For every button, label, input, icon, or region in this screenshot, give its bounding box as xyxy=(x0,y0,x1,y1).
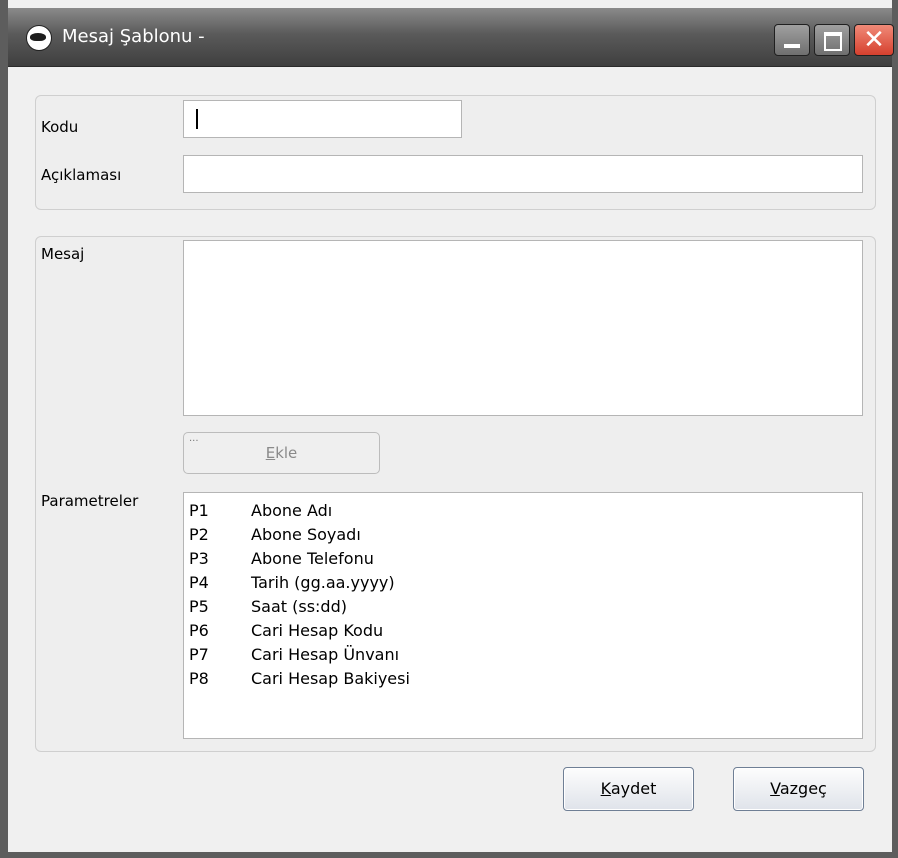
add-button-dots: ... xyxy=(189,433,199,444)
parameter-description: Tarih (gg.aa.yyyy) xyxy=(251,573,395,592)
parameter-code: P7 xyxy=(189,645,209,664)
parameter-description: Cari Hesap Kodu xyxy=(251,621,384,640)
parameter-row[interactable]: P1 Abone Adı xyxy=(184,499,862,523)
parameter-row[interactable]: P3 Abone Telefonu xyxy=(184,547,862,571)
window-frame-bottom xyxy=(0,852,898,858)
save-button-label: aydet xyxy=(610,779,657,798)
window-title: Mesaj Şablonu - xyxy=(62,26,205,47)
cancel-button-hotkey: V xyxy=(770,779,780,798)
parameter-row[interactable]: P2 Abone Soyadı xyxy=(184,523,862,547)
description-input[interactable] xyxy=(183,155,863,193)
parameter-description: Saat (ss:dd) xyxy=(251,597,347,616)
parameter-code: P5 xyxy=(189,597,209,616)
parameter-description: Abone Adı xyxy=(251,501,333,520)
window-frame-right xyxy=(892,0,898,858)
description-label: Açıklaması xyxy=(41,166,122,184)
add-button[interactable]: ... Ekle xyxy=(183,432,380,474)
parameter-description: Abone Telefonu xyxy=(251,549,374,568)
text-caret xyxy=(196,109,198,129)
parameter-row[interactable]: P8 Cari Hesap Bakiyesi xyxy=(184,667,862,691)
parameter-description: Cari Hesap Ünvanı xyxy=(251,645,400,664)
parameters-list[interactable]: P1 Abone Adı P2 Abone Soyadı P3 Abone Telef… xyxy=(183,492,863,739)
cancel-button-label: azgeç xyxy=(779,779,827,798)
code-label: Kodu xyxy=(41,118,79,136)
code-input[interactable] xyxy=(183,100,462,138)
parameter-row[interactable]: P6 Cari Hesap Kodu xyxy=(184,619,862,643)
close-icon: ✕ xyxy=(863,25,885,55)
parameter-description: Abone Soyadı xyxy=(251,525,361,544)
parameter-row[interactable]: P7 Cari Hesap Ünvanı xyxy=(184,643,862,667)
parameter-code: P2 xyxy=(189,525,209,544)
parameter-code: P8 xyxy=(189,669,209,688)
message-label: Mesaj xyxy=(41,245,85,263)
minimize-button[interactable] xyxy=(774,24,810,56)
parameter-row[interactable]: P5 Saat (ss:dd) xyxy=(184,595,862,619)
parameters-label: Parametreler xyxy=(41,492,139,510)
window-frame-left xyxy=(0,0,8,858)
parameter-code: P4 xyxy=(189,573,209,592)
title-bar[interactable]: Mesaj Şablonu - ✕ xyxy=(8,8,894,67)
parameter-description: Cari Hesap Bakiyesi xyxy=(251,669,410,688)
close-button[interactable]: ✕ xyxy=(854,24,894,56)
parameter-row[interactable]: P4 Tarih (gg.aa.yyyy) xyxy=(184,571,862,595)
save-button-hotkey: K xyxy=(600,779,611,798)
maximize-button[interactable] xyxy=(814,24,850,56)
parameter-code: P3 xyxy=(189,549,209,568)
app-eye-icon xyxy=(26,25,52,51)
parameter-code: P6 xyxy=(189,621,209,640)
add-button-label: kle xyxy=(275,444,298,462)
parameter-code: P1 xyxy=(189,501,209,520)
message-textarea[interactable] xyxy=(183,240,863,416)
cancel-button[interactable]: Vazgeç xyxy=(733,767,864,811)
save-button[interactable]: Kaydet xyxy=(563,767,694,811)
add-button-hotkey: E xyxy=(265,444,276,462)
